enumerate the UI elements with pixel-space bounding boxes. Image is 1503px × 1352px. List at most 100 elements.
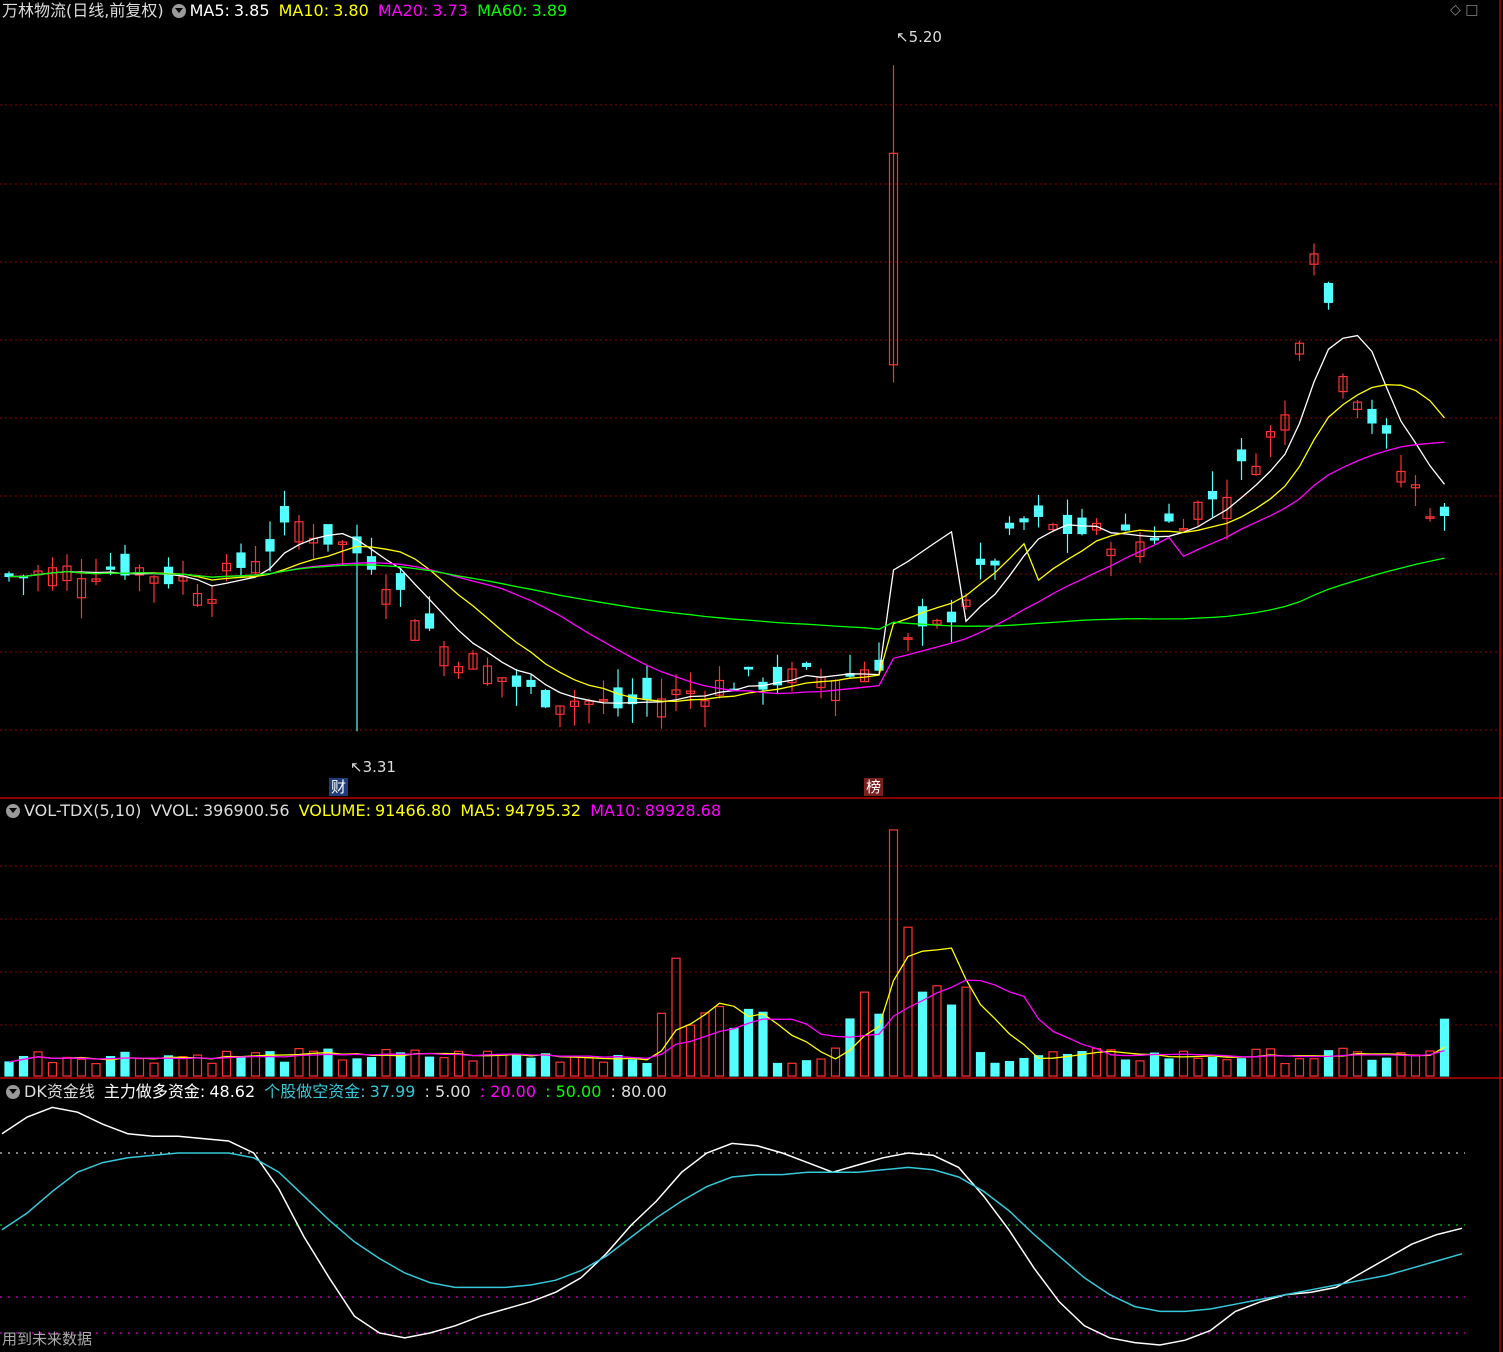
volume-bar [540, 1053, 551, 1077]
ma5-line [9, 334, 1446, 704]
high-marker: ↖5.20 [896, 28, 942, 46]
ma10-line [9, 384, 1445, 703]
candle-body [279, 506, 290, 523]
candle-body [265, 539, 275, 552]
low-marker: ↖3.31 [350, 758, 396, 776]
candle-body [1323, 282, 1334, 303]
candle-body [526, 679, 536, 687]
volume-bar [975, 1052, 986, 1077]
volume-bar [1120, 1059, 1131, 1077]
candle-body [917, 606, 928, 627]
candle-body [990, 560, 1000, 566]
candle-body [1439, 506, 1450, 517]
dk-panel [0, 1106, 1465, 1346]
volume-bar [874, 1013, 884, 1077]
volume-bar [1265, 1048, 1276, 1077]
volume-bar [337, 1059, 348, 1077]
dk-level-80: : 80.00 [610, 1082, 667, 1101]
volume-bar [714, 1005, 725, 1077]
volume-bar [1004, 1060, 1015, 1077]
candle-body [120, 553, 130, 576]
ma5-label: MA5: [189, 1, 230, 20]
volume-bar [33, 1051, 43, 1077]
volume-bar [294, 1048, 304, 1077]
volume-bar [381, 1048, 391, 1077]
volume-bar [729, 1027, 739, 1077]
volume-bar [1338, 1047, 1348, 1077]
volume-bar [1149, 1052, 1160, 1077]
billboard-badge[interactable]: 榜 [864, 778, 884, 796]
dk-header: DK资金线 主力做多资金: 48.62 个股做空资金: 37.99 : 5.00 :… [2, 1081, 671, 1103]
dropdown-icon[interactable] [6, 1085, 20, 1099]
volume-bar [656, 1012, 667, 1077]
volume-value: 91466.80 [374, 801, 452, 820]
volume-bar [1381, 1057, 1392, 1077]
candle-body [395, 573, 406, 590]
dk-level-50: : 50.00 [545, 1082, 602, 1101]
volume-bar [584, 1057, 594, 1077]
volume-bar [366, 1057, 377, 1077]
volume-bar [163, 1055, 174, 1077]
dk-short-value: 37.99 [369, 1082, 416, 1101]
volume-bar [772, 1062, 783, 1077]
volume-bar [1367, 1059, 1377, 1077]
ma10-value: 3.80 [333, 1, 369, 20]
volume-bar [1193, 1057, 1203, 1077]
vol-ma10-line [8, 979, 1445, 1063]
volume-bar [1048, 1051, 1058, 1077]
grid-lines [0, 0, 1503, 1352]
candle-body [801, 662, 812, 667]
volume-bar [946, 1004, 957, 1077]
dk-main-line [1, 1106, 1463, 1346]
volume-bar [830, 1047, 841, 1077]
volume-bar [76, 1058, 87, 1077]
ma20-label: MA20: [377, 1, 429, 20]
candle-body [1033, 505, 1044, 517]
volume-bar [439, 1057, 449, 1077]
candle-body [1004, 522, 1015, 529]
volume-bar [526, 1057, 536, 1077]
candle-body [1164, 513, 1174, 522]
ma5-value: 3.85 [233, 1, 270, 20]
ma20-value: 3.73 [432, 1, 468, 20]
dropdown-icon[interactable] [6, 804, 20, 818]
volume-bar [4, 1061, 14, 1077]
ma20-line [9, 441, 1445, 695]
volume-label: VOLUME: [298, 801, 371, 820]
volume-bar [120, 1051, 130, 1077]
dropdown-icon[interactable] [171, 4, 186, 18]
candle-body [1207, 490, 1218, 500]
volume-bar [1178, 1050, 1189, 1077]
volume-bar [758, 1011, 768, 1077]
high-marker-value: 5.20 [908, 28, 942, 46]
volume-bar [134, 1058, 145, 1077]
vol-ma10-label: MA10: [590, 801, 641, 820]
expand-icon[interactable]: ◇ □ [1450, 2, 1478, 18]
volume-bar [497, 1054, 507, 1077]
volume-bar [932, 985, 942, 1077]
volume-bar [511, 1053, 522, 1077]
candle-body [1120, 524, 1131, 531]
candle-body [511, 675, 522, 687]
ma60-label: MA60: [477, 1, 528, 20]
ma60-line [9, 557, 1445, 630]
volume-bar [743, 1008, 754, 1077]
volume-bar [352, 1058, 362, 1077]
vol-ma5-label: MA5: [460, 801, 501, 820]
volume-bar [1222, 1059, 1232, 1077]
candle-body [1381, 425, 1392, 434]
kline-chart[interactable] [0, 0, 1503, 1352]
volume-bar [1309, 1058, 1319, 1077]
volume-bar [598, 1061, 609, 1077]
ma60-value: 3.89 [531, 1, 568, 20]
ma10-label: MA10: [278, 1, 330, 20]
volume-bar [1410, 1054, 1421, 1077]
finance-badge[interactable]: 财 [329, 778, 349, 796]
volume-bar [91, 1062, 101, 1077]
volume-bar [1251, 1048, 1261, 1077]
candle-body [1236, 449, 1247, 462]
volume-bar [1323, 1050, 1334, 1077]
candle-body [975, 558, 986, 565]
candle-body [540, 690, 551, 708]
candle-body [1178, 528, 1189, 531]
